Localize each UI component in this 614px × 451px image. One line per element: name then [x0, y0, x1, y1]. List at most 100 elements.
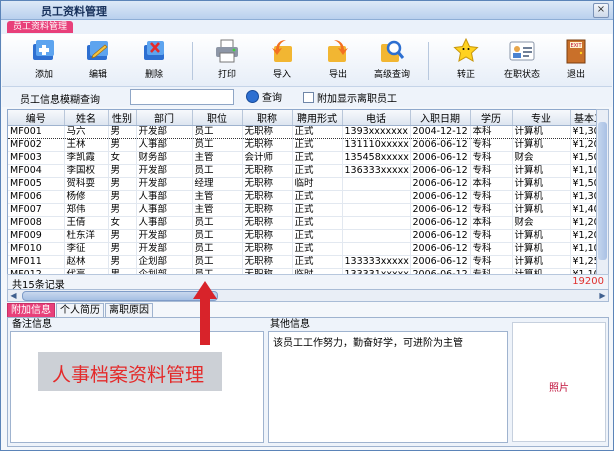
tab-resignation-reason[interactable]: 离职原因 [105, 303, 153, 317]
svg-text:EXIT: EXIT [570, 43, 582, 49]
table-row[interactable]: MF004 李国权男开发部 员工 无职称 正式 136333xxxxx 2006-06-12… [8, 164, 596, 178]
show-resigned-checkbox[interactable]: 附加显示离职员工 [303, 90, 397, 105]
table-row[interactable]: MF009杜东洋男开发部员工无职称正式 2006-06-12专科计算机¥1,200 [8, 229, 596, 243]
table-cell: MF002 [8, 138, 65, 152]
table-row[interactable]: MF003 李凯霞女财务部 主管 会计师 正式 135458xxxxx 2006-06-12… [8, 151, 596, 165]
table-cell: ¥1,100 [570, 164, 596, 178]
column-header[interactable]: 基本工 [570, 110, 596, 126]
table-cell: 无职称 [242, 255, 293, 269]
column-header[interactable]: 聘用形式 [292, 110, 343, 126]
table-cell: 财务部 [136, 151, 193, 165]
exit-button[interactable]: EXIT 退出 [548, 38, 604, 84]
table-cell: 李凯霞 [64, 151, 109, 165]
query-button[interactable]: 查询 [246, 90, 282, 104]
table-cell: MF007 [8, 203, 65, 217]
column-header[interactable]: 职称 [242, 110, 293, 126]
column-header[interactable]: 部门 [136, 110, 193, 126]
photo-box[interactable]: 照片 [512, 322, 606, 442]
table-cell: 2006-06-12 [410, 255, 471, 269]
table-cell: 计算机 [512, 177, 571, 191]
table-cell: 无职称 [242, 229, 293, 243]
table-cell: 杨修 [64, 190, 109, 204]
import-button[interactable]: 导入 [254, 38, 310, 84]
add-button[interactable]: 添加 [16, 38, 72, 84]
column-header[interactable]: 编号 [8, 110, 65, 126]
column-header[interactable]: 学历 [470, 110, 513, 126]
table-cell: 会计师 [242, 151, 293, 165]
table-cell: 专科 [470, 203, 513, 217]
column-header[interactable]: 电话 [342, 110, 411, 126]
table-cell: 赵林 [64, 255, 109, 269]
table-cell: 主管 [192, 203, 243, 217]
table-cell: 郑伟 [64, 203, 109, 217]
table-cell: 无职称 [242, 203, 293, 217]
table-cell: 王倩 [64, 216, 109, 230]
scroll-thumb[interactable] [598, 122, 607, 260]
table-cell: 1393xxxxxxx [342, 125, 411, 139]
table-cell: 正式 [292, 229, 343, 243]
table-header: 编号姓名性别部门职位职称聘用形式电话入职日期学历专业基本工 [8, 110, 596, 126]
tab-employee-management[interactable]: 员工资料管理 [7, 21, 74, 33]
tab-resume[interactable]: 个人简历 [56, 303, 104, 317]
red-arrow-icon [193, 281, 217, 345]
column-header[interactable]: 姓名 [64, 110, 109, 126]
column-header[interactable]: 专业 [512, 110, 571, 126]
edit-button[interactable]: 编辑 [70, 38, 126, 84]
table-cell: 临时 [292, 177, 343, 191]
checkbox-box[interactable] [303, 92, 314, 103]
advanced-search-button[interactable]: 高级查询 [364, 38, 420, 84]
table-row[interactable]: MF008王倩女人事部员工无职称正式 2006-06-12本科财会¥1,200 [8, 216, 596, 230]
table-cell: 正式 [292, 190, 343, 204]
table-cell [342, 242, 411, 256]
tab-additional-info[interactable]: 附加信息 [7, 303, 55, 317]
print-label: 打印 [217, 70, 236, 80]
horizontal-scroll-thumb[interactable] [22, 291, 218, 301]
other-info-textarea[interactable]: 该员工工作努力，勤奋好学，可进阶为主管 [268, 331, 508, 443]
delete-button[interactable]: 删除 [126, 38, 182, 84]
table-row[interactable]: MF001 马六男开发部 员工 无职称 正式 1393xxxxxxx 2004-12-12 本… [8, 125, 596, 139]
column-header[interactable]: 入职日期 [410, 110, 471, 126]
table-cell: MF009 [8, 229, 65, 243]
star-icon [452, 37, 480, 64]
column-header[interactable]: 性别 [108, 110, 137, 126]
table-cell: 主管 [192, 190, 243, 204]
table-row[interactable]: MF010李征男开发部员工无职称正式 2006-06-12专科计算机¥1,100 [8, 242, 596, 256]
export-button[interactable]: 导出 [310, 38, 366, 84]
query-label: 查询 [262, 93, 282, 104]
employee-table: 编号姓名性别部门职位职称聘用形式电话入职日期学历专业基本工 MF001马六男开发… [7, 109, 597, 275]
employment-status-button[interactable]: 在职状态 [494, 38, 550, 84]
search-input[interactable] [130, 89, 234, 105]
table-cell: 正式 [292, 216, 343, 230]
horizontal-scrollbar[interactable]: ◀ ▶ [7, 289, 609, 302]
add-label: 添加 [34, 70, 53, 80]
vertical-scrollbar[interactable] [596, 109, 609, 275]
table-cell: 女 [108, 151, 137, 165]
table-cell: 无职称 [242, 242, 293, 256]
table-row[interactable]: MF007郑伟男人事部主管无职称正式 2006-06-12专科计算机¥1,400 [8, 203, 596, 217]
table-cell: 计算机 [512, 190, 571, 204]
table-row[interactable]: MF002 王林男人事部 员工 无职称 正式 131110xxxxx 2006-06-12 专… [8, 138, 596, 152]
table-row[interactable]: MF006杨修男人事部主管无职称正式 2006-06-12专科计算机¥1,300 [8, 190, 596, 204]
photo-label: 照片 [549, 383, 569, 394]
regularize-button[interactable]: 转正 [438, 37, 494, 84]
table-cell: 专科 [470, 190, 513, 204]
table-cell: 2006-06-12 [410, 229, 471, 243]
table-cell: 专科 [470, 255, 513, 269]
scroll-left-icon[interactable]: ◀ [8, 290, 19, 301]
table-cell: 开发部 [136, 242, 193, 256]
table-cell: 2006-06-12 [410, 203, 471, 217]
salary-total: 19200 [572, 276, 604, 287]
toolbar-separator [192, 42, 193, 80]
close-button[interactable]: × [593, 3, 609, 18]
table-cell: ¥1,400 [570, 203, 596, 217]
table-row[interactable]: MF005贺科耍男开发部经理无职称临时 2006-06-12本科计算机¥1,500 [8, 177, 596, 191]
table-cell: ¥1,200 [570, 216, 596, 230]
table-cell: 人事部 [136, 216, 193, 230]
column-header[interactable]: 职位 [192, 110, 243, 126]
print-button[interactable]: 打印 [199, 38, 255, 84]
export-icon [324, 38, 352, 64]
notes-text [11, 332, 263, 336]
table-row[interactable]: MF011 赵林男企划部 员工 无职称 正式 133333xxxxx 2006-06-12 专… [8, 255, 596, 269]
table-cell: 2006-06-12 [410, 138, 471, 152]
scroll-right-icon[interactable]: ▶ [597, 290, 608, 301]
